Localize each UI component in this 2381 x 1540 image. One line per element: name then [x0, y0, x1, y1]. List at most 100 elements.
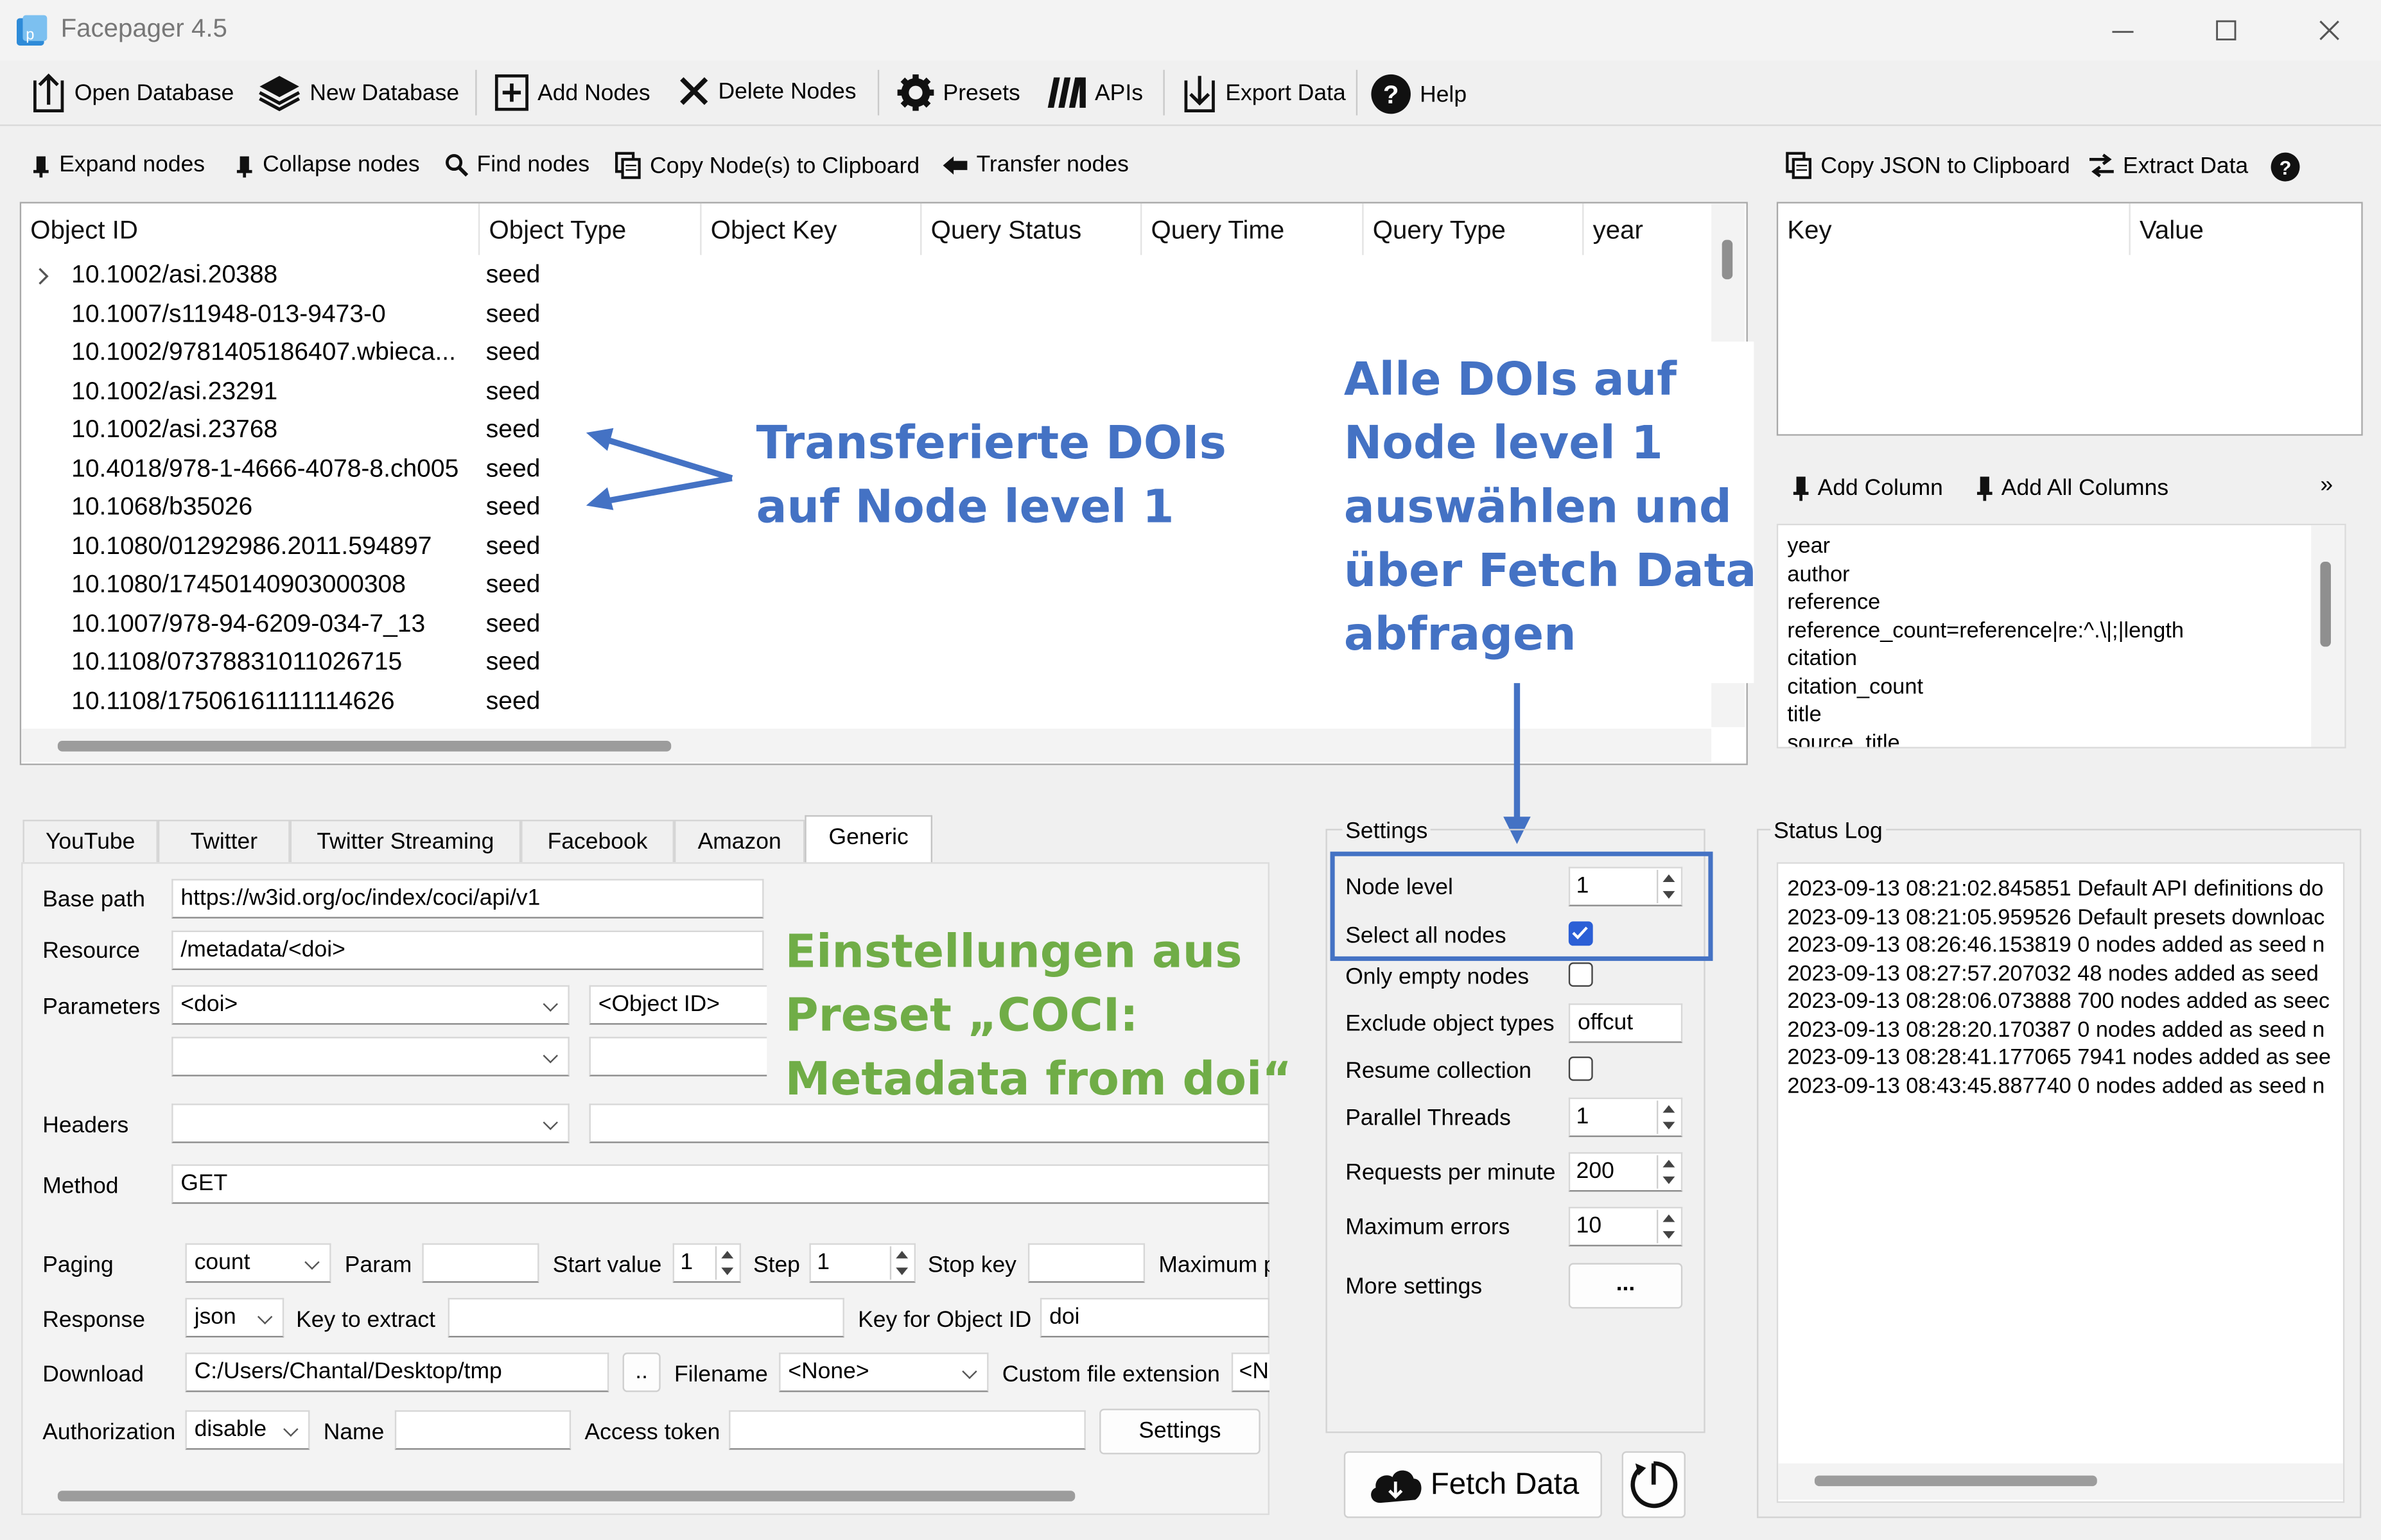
tree-row-id[interactable]: 10.1002/asi.23768: [71, 411, 277, 449]
tree-row-id[interactable]: 10.1007/978-94-6209-034-7_13: [71, 606, 425, 644]
requests-per-minute-spinner[interactable]: 200: [1568, 1152, 1683, 1192]
tree-row-id[interactable]: 10.1002/asi.20388: [71, 257, 277, 295]
custom-extension-select[interactable]: <N: [1231, 1353, 1269, 1392]
column-entry[interactable]: author: [1787, 561, 1849, 589]
scroll-thumb[interactable]: [1722, 239, 1733, 280]
tab-amazon[interactable]: Amazon: [674, 819, 805, 863]
tab-twitter-streaming[interactable]: Twitter Streaming: [290, 819, 521, 863]
tree-row-id[interactable]: 10.1002/asi.23291: [71, 374, 277, 411]
tree-row-id[interactable]: 10.1108/17506161111114626: [71, 683, 394, 721]
tree-row-type[interactable]: seed: [486, 334, 541, 372]
new-database-button[interactable]: New Database: [257, 73, 459, 112]
tree-row-type[interactable]: seed: [486, 606, 541, 644]
header-value-input[interactable]: [589, 1103, 1269, 1143]
open-database-button[interactable]: Open Database: [30, 71, 234, 114]
column-entry[interactable]: citation: [1787, 645, 1857, 673]
apis-button[interactable]: APIs: [1045, 74, 1143, 111]
tree-row-id[interactable]: 10.1002/9781405186407.wbieca...: [71, 334, 456, 372]
column-entry[interactable]: source_title: [1787, 729, 1899, 747]
header-key-select[interactable]: [171, 1103, 570, 1143]
close-icon[interactable]: [2311, 12, 2348, 49]
generic-tab-scrollbar[interactable]: [57, 1491, 1076, 1501]
parameter-value-input[interactable]: <Object ID>: [589, 985, 767, 1025]
param-input[interactable]: [422, 1243, 539, 1283]
step-spinner[interactable]: 1: [809, 1243, 916, 1283]
key-column-header[interactable]: Key: [1778, 203, 2131, 255]
tree-row-id[interactable]: 10.1080/01292986.2011.594897: [71, 528, 432, 566]
copy-json-button[interactable]: Copy JSON to Clipboard: [1786, 151, 2070, 179]
tab-facebook[interactable]: Facebook: [521, 819, 674, 863]
column-entry[interactable]: reference: [1787, 589, 1880, 618]
overflow-menu-button[interactable]: »: [2320, 472, 2333, 497]
column-entry[interactable]: citation_count: [1787, 673, 1923, 702]
maximize-icon[interactable]: [2208, 12, 2244, 49]
start-value-spinner[interactable]: 1: [672, 1243, 742, 1283]
only-empty-nodes-checkbox[interactable]: [1568, 962, 1593, 987]
more-settings-button[interactable]: ...: [1568, 1263, 1683, 1309]
parameter-key-select[interactable]: <doi>: [171, 985, 570, 1025]
help-icon[interactable]: ?: [2270, 151, 2300, 182]
extract-data-button[interactable]: Extract Data: [2088, 151, 2248, 179]
key-for-object-id-input[interactable]: doi: [1040, 1297, 1269, 1338]
find-nodes-button[interactable]: Find nodes: [445, 151, 589, 178]
export-data-button[interactable]: Export Data: [1182, 71, 1346, 114]
tree-row-id[interactable]: 10.4018/978-1-4666-4078-8.ch005: [71, 451, 458, 489]
delete-nodes-button[interactable]: Delete Nodes: [677, 74, 856, 108]
tree-row-type[interactable]: seed: [486, 644, 541, 682]
column-entry[interactable]: year: [1787, 533, 1830, 561]
tab-twitter[interactable]: Twitter: [157, 819, 290, 863]
tree-row-type[interactable]: seed: [486, 374, 541, 411]
tree-row-id[interactable]: 10.1080/17450140903000308: [71, 566, 406, 604]
authorization-select[interactable]: disable: [185, 1410, 310, 1450]
maximum-errors-spinner[interactable]: 10: [1568, 1207, 1683, 1247]
parameter-value-input-empty[interactable]: [589, 1037, 767, 1077]
method-select[interactable]: GET: [171, 1164, 1269, 1204]
columns-editor[interactable]: year author reference reference_count=re…: [1776, 523, 2346, 748]
filename-select[interactable]: <None>: [779, 1353, 989, 1392]
add-all-columns-button[interactable]: Add All Columns: [1976, 474, 2168, 501]
tree-row-type[interactable]: seed: [486, 296, 541, 334]
name-input[interactable]: [394, 1410, 571, 1450]
tree-row-id[interactable]: 10.1007/s11948-013-9473-0: [71, 296, 386, 334]
auth-settings-button[interactable]: Settings: [1099, 1408, 1260, 1455]
parallel-threads-spinner[interactable]: 1: [1568, 1097, 1683, 1138]
tab-youtube[interactable]: YouTube: [22, 819, 158, 863]
column-header[interactable]: Object ID: [21, 203, 480, 255]
tree-horizontal-scrollbar[interactable]: [21, 729, 1712, 763]
status-log[interactable]: 2023-09-13 08:21:02.845851 Default API d…: [1776, 862, 2345, 1503]
tree-row-type[interactable]: seed: [486, 489, 541, 526]
parameter-key-select-empty[interactable]: [171, 1037, 570, 1077]
column-header[interactable]: Object Key: [702, 203, 922, 255]
tree-row-id[interactable]: 10.1108/07378831011026715: [71, 644, 402, 682]
key-to-extract-input[interactable]: [448, 1297, 844, 1338]
base-path-input[interactable]: https://w3id.org/oc/index/coci/api/v1: [171, 879, 764, 919]
columns-scrollbar[interactable]: [2311, 525, 2345, 747]
column-header[interactable]: Query Status: [921, 203, 1142, 255]
exclude-object-types-input[interactable]: offcut: [1568, 1003, 1683, 1043]
minimize-icon[interactable]: [2105, 12, 2141, 49]
transfer-nodes-button[interactable]: Transfer nodes: [941, 151, 1129, 178]
browse-button[interactable]: ..: [622, 1353, 661, 1392]
tree-row-type[interactable]: seed: [486, 451, 541, 489]
access-token-input[interactable]: [729, 1410, 1086, 1450]
add-column-button[interactable]: Add Column: [1792, 474, 1943, 501]
help-button[interactable]: ? Help: [1370, 73, 1467, 116]
stop-key-input[interactable]: [1027, 1243, 1146, 1283]
tree-row-type[interactable]: seed: [486, 257, 541, 295]
tree-row-type[interactable]: seed: [486, 683, 541, 721]
resource-input[interactable]: /metadata/<doi>: [171, 930, 764, 971]
response-select[interactable]: json: [185, 1297, 284, 1338]
column-header[interactable]: Object Type: [480, 203, 702, 255]
tree-row-id[interactable]: 10.1068/b35026: [71, 489, 252, 526]
tree-row-type[interactable]: seed: [486, 528, 541, 566]
copy-nodes-button[interactable]: Copy Node(s) to Clipboard: [615, 151, 920, 179]
scroll-thumb[interactable]: [57, 741, 672, 752]
expand-nodes-button[interactable]: Expand nodes: [30, 151, 205, 178]
scroll-thumb[interactable]: [2320, 561, 2331, 647]
status-log-scrollbar[interactable]: [1778, 1463, 2343, 1500]
column-header[interactable]: year: [1583, 203, 1711, 255]
column-entry[interactable]: reference_count=reference|re:^.\|;|lengt…: [1787, 617, 2184, 645]
fetch-data-button[interactable]: Fetch Data: [1343, 1451, 1602, 1518]
tree-row-type[interactable]: seed: [486, 411, 541, 449]
add-nodes-button[interactable]: Add Nodes: [494, 73, 650, 112]
